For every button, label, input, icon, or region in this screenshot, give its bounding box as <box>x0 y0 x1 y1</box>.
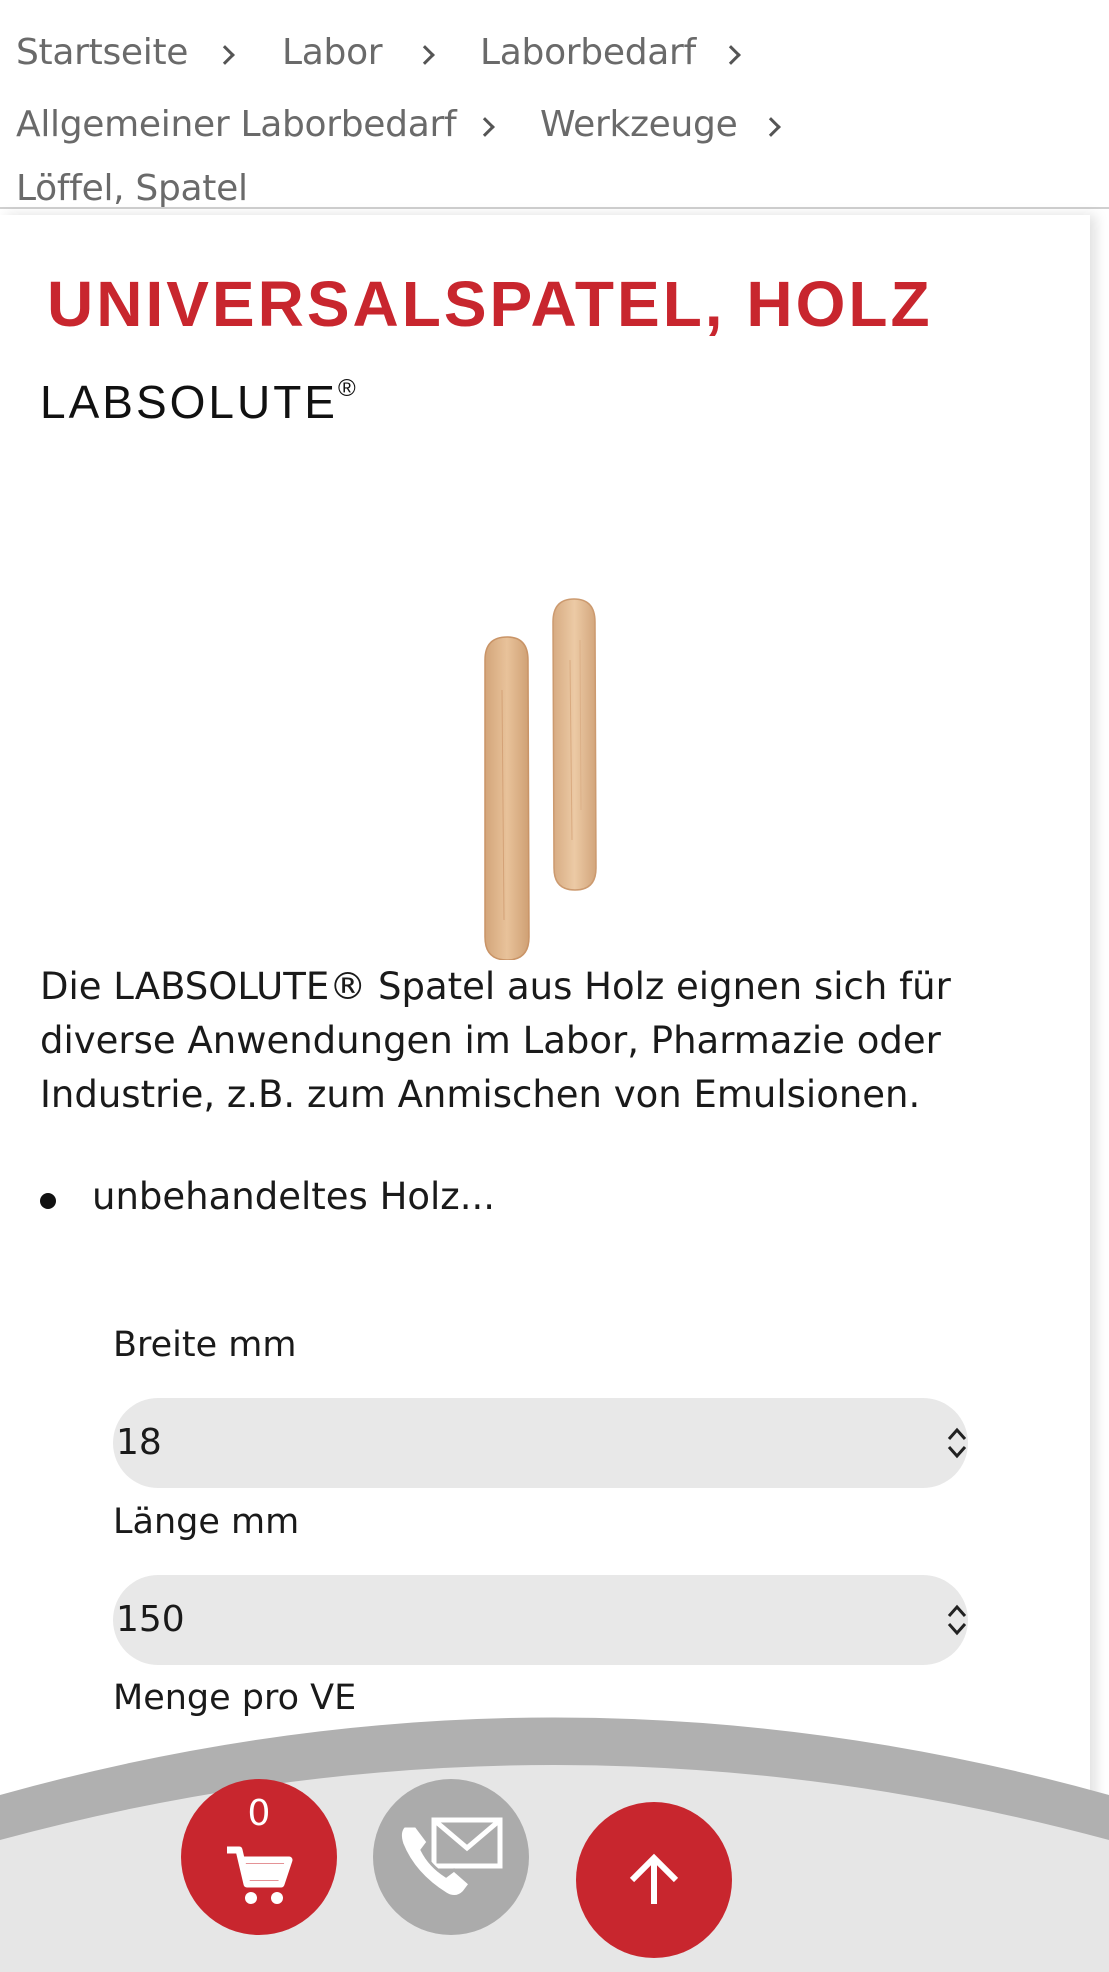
breite-select[interactable]: 18 <box>113 1398 968 1488</box>
select-arrows-icon <box>947 1427 967 1459</box>
bottom-bar-background <box>0 1717 1109 1972</box>
breadcrumb-link-startseite[interactable]: Startseite <box>16 32 188 73</box>
arrow-up-icon <box>629 1853 679 1904</box>
breadcrumb-current: Löffel, Spatel <box>16 168 248 209</box>
breadcrumb-link-werkzeuge[interactable]: Werkzeuge <box>540 104 738 145</box>
product-title: UNIVERSALSPATEL, HOLZ <box>47 268 933 340</box>
laenge-label: Länge mm <box>113 1502 300 1542</box>
cart-button[interactable]: 0 <box>181 1779 337 1935</box>
bottom-action-bar: 0 <box>0 1700 1109 1972</box>
phone-mail-icon <box>398 1817 503 1899</box>
chevron-right-icon <box>721 45 741 65</box>
breadcrumb-link-laborbedarf[interactable]: Laborbedarf <box>480 32 696 73</box>
cart-count: 0 <box>247 1793 271 1834</box>
bullet-icon <box>40 1193 56 1209</box>
chevron-right-icon <box>215 45 235 65</box>
breadcrumb-link-labor[interactable]: Labor <box>282 32 383 73</box>
laenge-select[interactable]: 150 <box>113 1575 968 1665</box>
product-image[interactable] <box>470 540 610 960</box>
breite-label: Breite mm <box>113 1325 297 1365</box>
product-description: Die LABSOLUTE® Spatel aus Holz eignen si… <box>40 965 951 1116</box>
feature-bullet: unbehandeltes Holz... <box>92 1175 496 1218</box>
cart-icon <box>227 1846 293 1904</box>
chevron-right-icon <box>761 117 781 137</box>
chevron-right-icon <box>415 45 435 65</box>
breadcrumb-divider <box>0 207 1109 209</box>
registered-mark: ® <box>338 375 356 402</box>
breadcrumb: Startseite Labor Laborbedarf Allgemeiner… <box>0 0 1109 210</box>
brand-name: LABSOLUTE® <box>40 375 356 429</box>
breadcrumb-link-allgemeiner-laborbedarf[interactable]: Allgemeiner Laborbedarf <box>16 104 457 145</box>
contact-button[interactable] <box>373 1779 529 1935</box>
scroll-top-button[interactable] <box>576 1802 732 1958</box>
breite-value: 18 <box>116 1422 162 1463</box>
select-arrows-icon <box>947 1604 967 1636</box>
laenge-value: 150 <box>116 1599 185 1640</box>
brand-label: LABSOLUTE <box>40 376 338 428</box>
chevron-right-icon <box>475 117 495 137</box>
